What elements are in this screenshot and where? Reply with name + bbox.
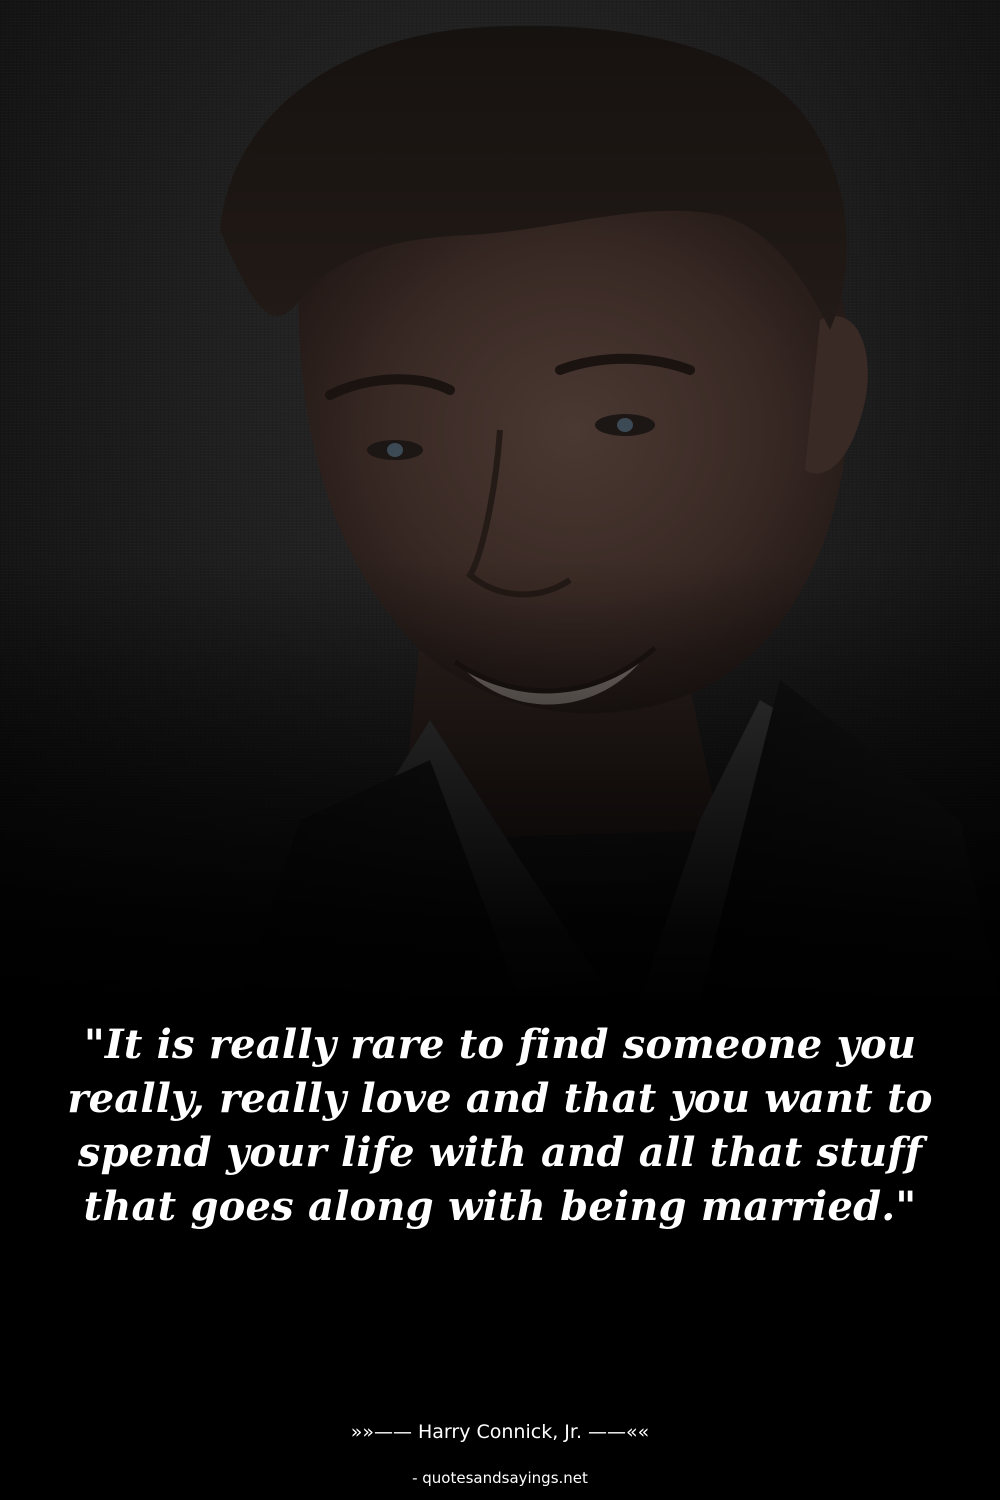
bottom-fade-overlay [0,560,1000,1020]
source-watermark: - quotesandsayings.net [412,1469,588,1487]
quote-text: "It is really rare to find someone you r… [67,1021,933,1230]
quote-poster: "It is really rare to find someone you r… [0,0,1000,1500]
author-line: »»—— Harry Connick, Jr. ——«« [350,1421,650,1443]
